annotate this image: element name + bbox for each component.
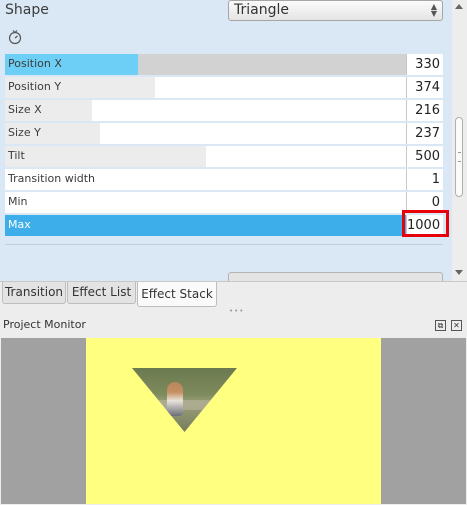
param-label: Position Y bbox=[8, 80, 62, 93]
param-fill bbox=[5, 215, 406, 236]
param-value-field[interactable]: 1 bbox=[406, 169, 443, 190]
float-icon[interactable]: ⧉ bbox=[435, 320, 446, 331]
shape-dropdown[interactable]: Triangle ▲ ▼ bbox=[228, 0, 443, 21]
param-slider[interactable]: Max bbox=[5, 215, 406, 236]
video-frame bbox=[86, 338, 381, 504]
param-label: Max bbox=[8, 218, 31, 231]
grip-icon bbox=[458, 152, 461, 162]
param-label: Size Y bbox=[8, 126, 41, 139]
tab-transition[interactable]: Transition bbox=[2, 282, 66, 304]
combo-arrows-icon: ▲ ▼ bbox=[430, 2, 437, 18]
tab-label: Effect List bbox=[71, 285, 132, 299]
param-slider[interactable]: Size X bbox=[5, 100, 406, 121]
monitor-view[interactable] bbox=[1, 338, 466, 504]
param-row[interactable]: Transition width 1 bbox=[5, 169, 443, 190]
param-label: Min bbox=[8, 195, 28, 208]
param-slider[interactable]: Position X bbox=[5, 54, 406, 75]
tab-label: Transition bbox=[4, 285, 64, 299]
param-value-field[interactable]: 330 bbox=[406, 54, 443, 75]
param-slider[interactable]: Position Y bbox=[5, 77, 406, 98]
path-strip bbox=[132, 400, 237, 410]
param-row[interactable]: Size X 216 bbox=[5, 100, 443, 121]
vertical-scrollbar[interactable] bbox=[452, 0, 467, 281]
param-row[interactable]: Max 1000 bbox=[5, 210, 449, 237]
person-figure bbox=[167, 382, 183, 416]
param-fill bbox=[5, 146, 206, 167]
parameter-list: Position X 330 Position Y 374 Size X 216… bbox=[5, 54, 449, 238]
monitor-title: Project Monitor bbox=[3, 318, 86, 331]
dock-tab-bar: Transition Effect List Effect Stack bbox=[0, 281, 467, 308]
param-value-field[interactable]: 374 bbox=[406, 77, 443, 98]
effect-settings-panel: Shape Triangle ▲ ▼ Position X 330 Positio… bbox=[0, 0, 452, 282]
tab-effect-list[interactable]: Effect List bbox=[67, 282, 136, 304]
param-row[interactable]: Size Y 237 bbox=[5, 123, 443, 144]
close-icon[interactable]: ✕ bbox=[451, 320, 462, 331]
param-label: Tilt bbox=[8, 149, 25, 162]
reset-icon[interactable] bbox=[7, 29, 23, 45]
scrollbar-thumb[interactable] bbox=[455, 117, 463, 197]
tab-effect-stack[interactable]: Effect Stack bbox=[137, 282, 217, 307]
divider bbox=[5, 244, 443, 245]
shape-label: Shape bbox=[5, 2, 49, 18]
splitter-handle[interactable]: ••• bbox=[229, 307, 244, 315]
highlight-box bbox=[402, 210, 449, 237]
shape-row: Shape Triangle ▲ ▼ bbox=[0, 0, 452, 26]
param-row[interactable]: Position X 330 bbox=[5, 54, 443, 75]
param-slider[interactable]: Size Y bbox=[5, 123, 406, 144]
scroll-up-icon[interactable] bbox=[455, 4, 463, 9]
tab-label: Effect Stack bbox=[141, 287, 213, 301]
param-label: Position X bbox=[8, 57, 62, 70]
shape-dropdown-value: Triangle bbox=[234, 2, 289, 18]
param-label: Transition width bbox=[8, 172, 96, 185]
param-row[interactable]: Min 0 bbox=[5, 192, 443, 213]
triangle-shape-preview bbox=[132, 368, 237, 432]
param-value-field[interactable]: 216 bbox=[406, 100, 443, 121]
param-slider[interactable]: Tilt bbox=[5, 146, 406, 167]
param-slider[interactable]: Transition width bbox=[5, 169, 406, 190]
param-row[interactable]: Tilt 500 bbox=[5, 146, 443, 167]
param-value-field[interactable]: 500 bbox=[406, 146, 443, 167]
param-slider[interactable]: Min bbox=[5, 192, 406, 213]
scroll-down-icon[interactable] bbox=[455, 270, 463, 275]
param-label: Size X bbox=[8, 103, 42, 116]
param-row[interactable]: Position Y 374 bbox=[5, 77, 443, 98]
param-value-field[interactable]: 237 bbox=[406, 123, 443, 144]
monitor-header: Project Monitor ⧉ ✕ bbox=[0, 316, 467, 336]
